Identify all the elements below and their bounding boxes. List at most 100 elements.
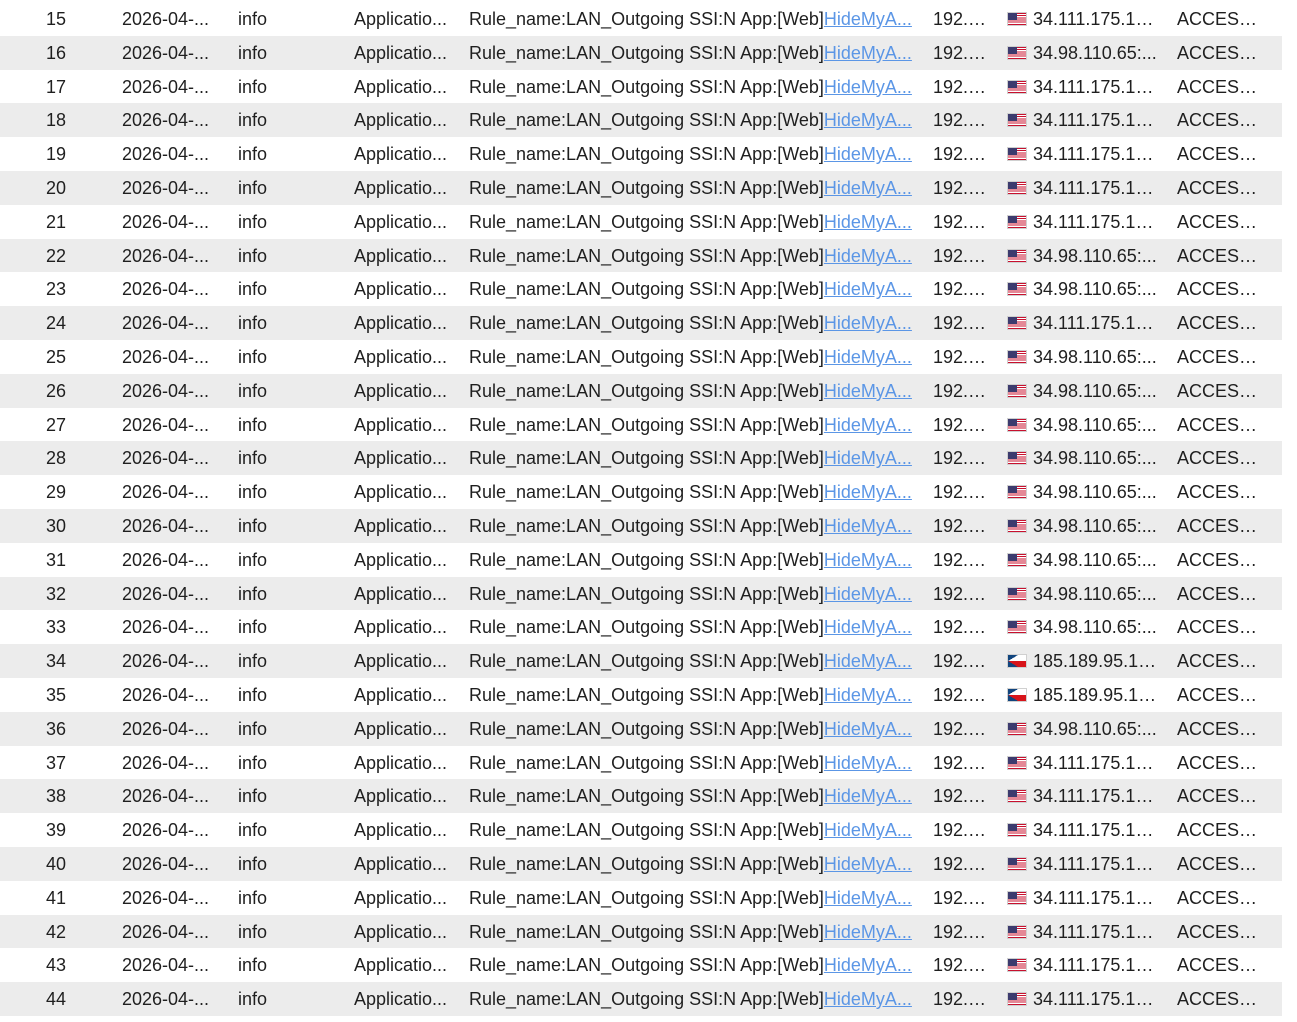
row-number: 36 — [45, 718, 67, 739]
row-number: 17 — [45, 76, 67, 97]
table-row[interactable]: 34 2026-04-... info Applicatio... Rule_n… — [0, 644, 1282, 678]
source-ip-cell: 192.1... — [933, 752, 989, 773]
table-row[interactable]: 38 2026-04-... info Applicatio... Rule_n… — [0, 779, 1282, 814]
source-ip-cell: 192.1... — [933, 684, 989, 705]
level-cell: info — [238, 448, 268, 469]
table-row[interactable]: 20 2026-04-... info Applicatio... Rule_n… — [0, 170, 1282, 205]
app-link[interactable]: HideMyA... — [824, 550, 912, 570]
app-link[interactable]: HideMyA... — [824, 347, 912, 367]
table-row[interactable]: 41 2026-04-... info Applicatio... Rule_n… — [0, 881, 1282, 915]
app-link[interactable]: HideMyA... — [824, 719, 912, 739]
table-row[interactable]: 19 2026-04-... info Applicatio... Rule_n… — [0, 137, 1282, 171]
app-link[interactable]: HideMyA... — [824, 144, 912, 164]
category-cell: Applicatio... — [354, 684, 448, 705]
action-cell: ACCESS ... — [1177, 583, 1269, 604]
table-row[interactable]: 23 2026-04-... info Applicatio... Rule_n… — [0, 272, 1282, 306]
czech-flag-icon — [1007, 687, 1027, 702]
app-link[interactable]: HideMyA... — [824, 922, 912, 942]
table-row[interactable]: 37 2026-04-... info Applicatio... Rule_n… — [0, 746, 1282, 780]
us-flag-icon — [1007, 721, 1027, 736]
app-link[interactable]: HideMyA... — [824, 415, 912, 435]
app-link[interactable]: HideMyA... — [824, 482, 912, 502]
level-cell: info — [238, 313, 268, 334]
app-link[interactable]: HideMyA... — [824, 110, 912, 130]
level-cell: info — [238, 346, 268, 367]
table-row[interactable]: 22 2026-04-... info Applicatio... Rule_n… — [0, 238, 1282, 273]
app-link[interactable]: HideMyA... — [824, 854, 912, 874]
app-link[interactable]: HideMyA... — [824, 212, 912, 232]
app-link[interactable]: HideMyA... — [824, 77, 912, 97]
table-row[interactable]: 21 2026-04-... info Applicatio... Rule_n… — [0, 205, 1282, 239]
destination-cell: 34.111.175.102... — [1007, 989, 1159, 1009]
app-link[interactable]: HideMyA... — [824, 43, 912, 63]
table-row[interactable]: 40 2026-04-... info Applicatio... Rule_n… — [0, 846, 1282, 881]
table-row[interactable]: 36 2026-04-... info Applicatio... Rule_n… — [0, 711, 1282, 746]
app-link[interactable]: HideMyA... — [824, 246, 912, 266]
app-link[interactable]: HideMyA... — [824, 448, 912, 468]
app-link[interactable]: HideMyA... — [824, 516, 912, 536]
app-link[interactable]: HideMyA... — [824, 617, 912, 637]
us-flag-icon — [1007, 214, 1027, 229]
table-row[interactable]: 15 2026-04-... info Applicatio... Rule_n… — [0, 2, 1282, 36]
us-flag-icon — [1007, 924, 1027, 939]
app-link[interactable]: HideMyA... — [824, 888, 912, 908]
table-row[interactable]: 16 2026-04-... info Applicatio... Rule_n… — [0, 35, 1282, 70]
table-row[interactable]: 18 2026-04-... info Applicatio... Rule_n… — [0, 103, 1282, 138]
timestamp-cell: 2026-04-... — [122, 414, 210, 435]
table-row[interactable]: 25 2026-04-... info Applicatio... Rule_n… — [0, 340, 1282, 374]
app-link[interactable]: HideMyA... — [824, 381, 912, 401]
us-flag-icon — [1007, 518, 1027, 533]
message-text: Rule_name:LAN_Outgoing SSI:N App:[Web] — [469, 313, 824, 334]
app-link[interactable]: HideMyA... — [824, 651, 912, 671]
category-cell: Applicatio... — [354, 786, 448, 807]
app-link[interactable]: HideMyA... — [824, 584, 912, 604]
app-link[interactable]: HideMyA... — [824, 685, 912, 705]
table-row[interactable]: 28 2026-04-... info Applicatio... Rule_n… — [0, 441, 1282, 476]
table-row[interactable]: 33 2026-04-... info Applicatio... Rule_n… — [0, 610, 1282, 644]
table-row[interactable]: 42 2026-04-... info Applicatio... Rule_n… — [0, 914, 1282, 949]
message-cell: Rule_name:LAN_Outgoing SSI:N App:[Web]Hi… — [469, 77, 917, 97]
app-link[interactable]: HideMyA... — [824, 279, 912, 299]
destination-ip: 34.98.110.65:... — [1033, 414, 1157, 435]
message-text: Rule_name:LAN_Outgoing SSI:N App:[Web] — [469, 887, 824, 908]
table-row[interactable]: 30 2026-04-... info Applicatio... Rule_n… — [0, 508, 1282, 543]
table-row[interactable]: 43 2026-04-... info Applicatio... Rule_n… — [0, 948, 1282, 982]
level-cell: info — [238, 887, 268, 908]
app-link[interactable]: HideMyA... — [824, 9, 912, 29]
row-number: 30 — [45, 515, 67, 536]
source-ip-cell: 192.1... — [933, 211, 989, 232]
app-link[interactable]: HideMyA... — [824, 753, 912, 773]
table-row[interactable]: 31 2026-04-... info Applicatio... Rule_n… — [0, 543, 1282, 577]
category-cell: Applicatio... — [354, 887, 448, 908]
app-link[interactable]: HideMyA... — [824, 989, 912, 1009]
timestamp-cell: 2026-04-... — [122, 515, 210, 536]
table-row[interactable]: 26 2026-04-... info Applicatio... Rule_n… — [0, 373, 1282, 408]
message-text: Rule_name:LAN_Outgoing SSI:N App:[Web] — [469, 380, 824, 401]
destination-ip: 34.98.110.65:... — [1033, 549, 1157, 570]
table-row[interactable]: 44 2026-04-... info Applicatio... Rule_n… — [0, 982, 1282, 1016]
app-link[interactable]: HideMyA... — [824, 820, 912, 840]
us-flag-icon — [1007, 282, 1027, 297]
app-link[interactable]: HideMyA... — [824, 955, 912, 975]
message-text: Rule_name:LAN_Outgoing SSI:N App:[Web] — [469, 989, 824, 1010]
table-row[interactable]: 32 2026-04-... info Applicatio... Rule_n… — [0, 576, 1282, 611]
category-cell: Applicatio... — [354, 177, 448, 198]
us-flag-icon — [1007, 755, 1027, 770]
table-row[interactable]: 24 2026-04-... info Applicatio... Rule_n… — [0, 306, 1282, 340]
source-ip-cell: 192.1... — [933, 279, 989, 300]
message-text: Rule_name:LAN_Outgoing SSI:N App:[Web] — [469, 279, 824, 300]
message-cell: Rule_name:LAN_Outgoing SSI:N App:[Web]Hi… — [469, 9, 917, 29]
message-cell: Rule_name:LAN_Outgoing SSI:N App:[Web]Hi… — [469, 854, 917, 874]
message-text: Rule_name:LAN_Outgoing SSI:N App:[Web] — [469, 211, 824, 232]
table-row[interactable]: 17 2026-04-... info Applicatio... Rule_n… — [0, 70, 1282, 104]
app-link[interactable]: HideMyA... — [824, 313, 912, 333]
table-row[interactable]: 29 2026-04-... info Applicatio... Rule_n… — [0, 475, 1282, 509]
source-ip-cell: 192.1... — [933, 9, 989, 29]
table-row[interactable]: 35 2026-04-... info Applicatio... Rule_n… — [0, 678, 1282, 712]
table-row[interactable]: 39 2026-04-... info Applicatio... Rule_n… — [0, 813, 1282, 847]
destination-ip: 34.98.110.65:... — [1033, 279, 1157, 300]
table-row[interactable]: 27 2026-04-... info Applicatio... Rule_n… — [0, 408, 1282, 442]
app-link[interactable]: HideMyA... — [824, 786, 912, 806]
message-text: Rule_name:LAN_Outgoing SSI:N App:[Web] — [469, 177, 824, 198]
app-link[interactable]: HideMyA... — [824, 178, 912, 198]
